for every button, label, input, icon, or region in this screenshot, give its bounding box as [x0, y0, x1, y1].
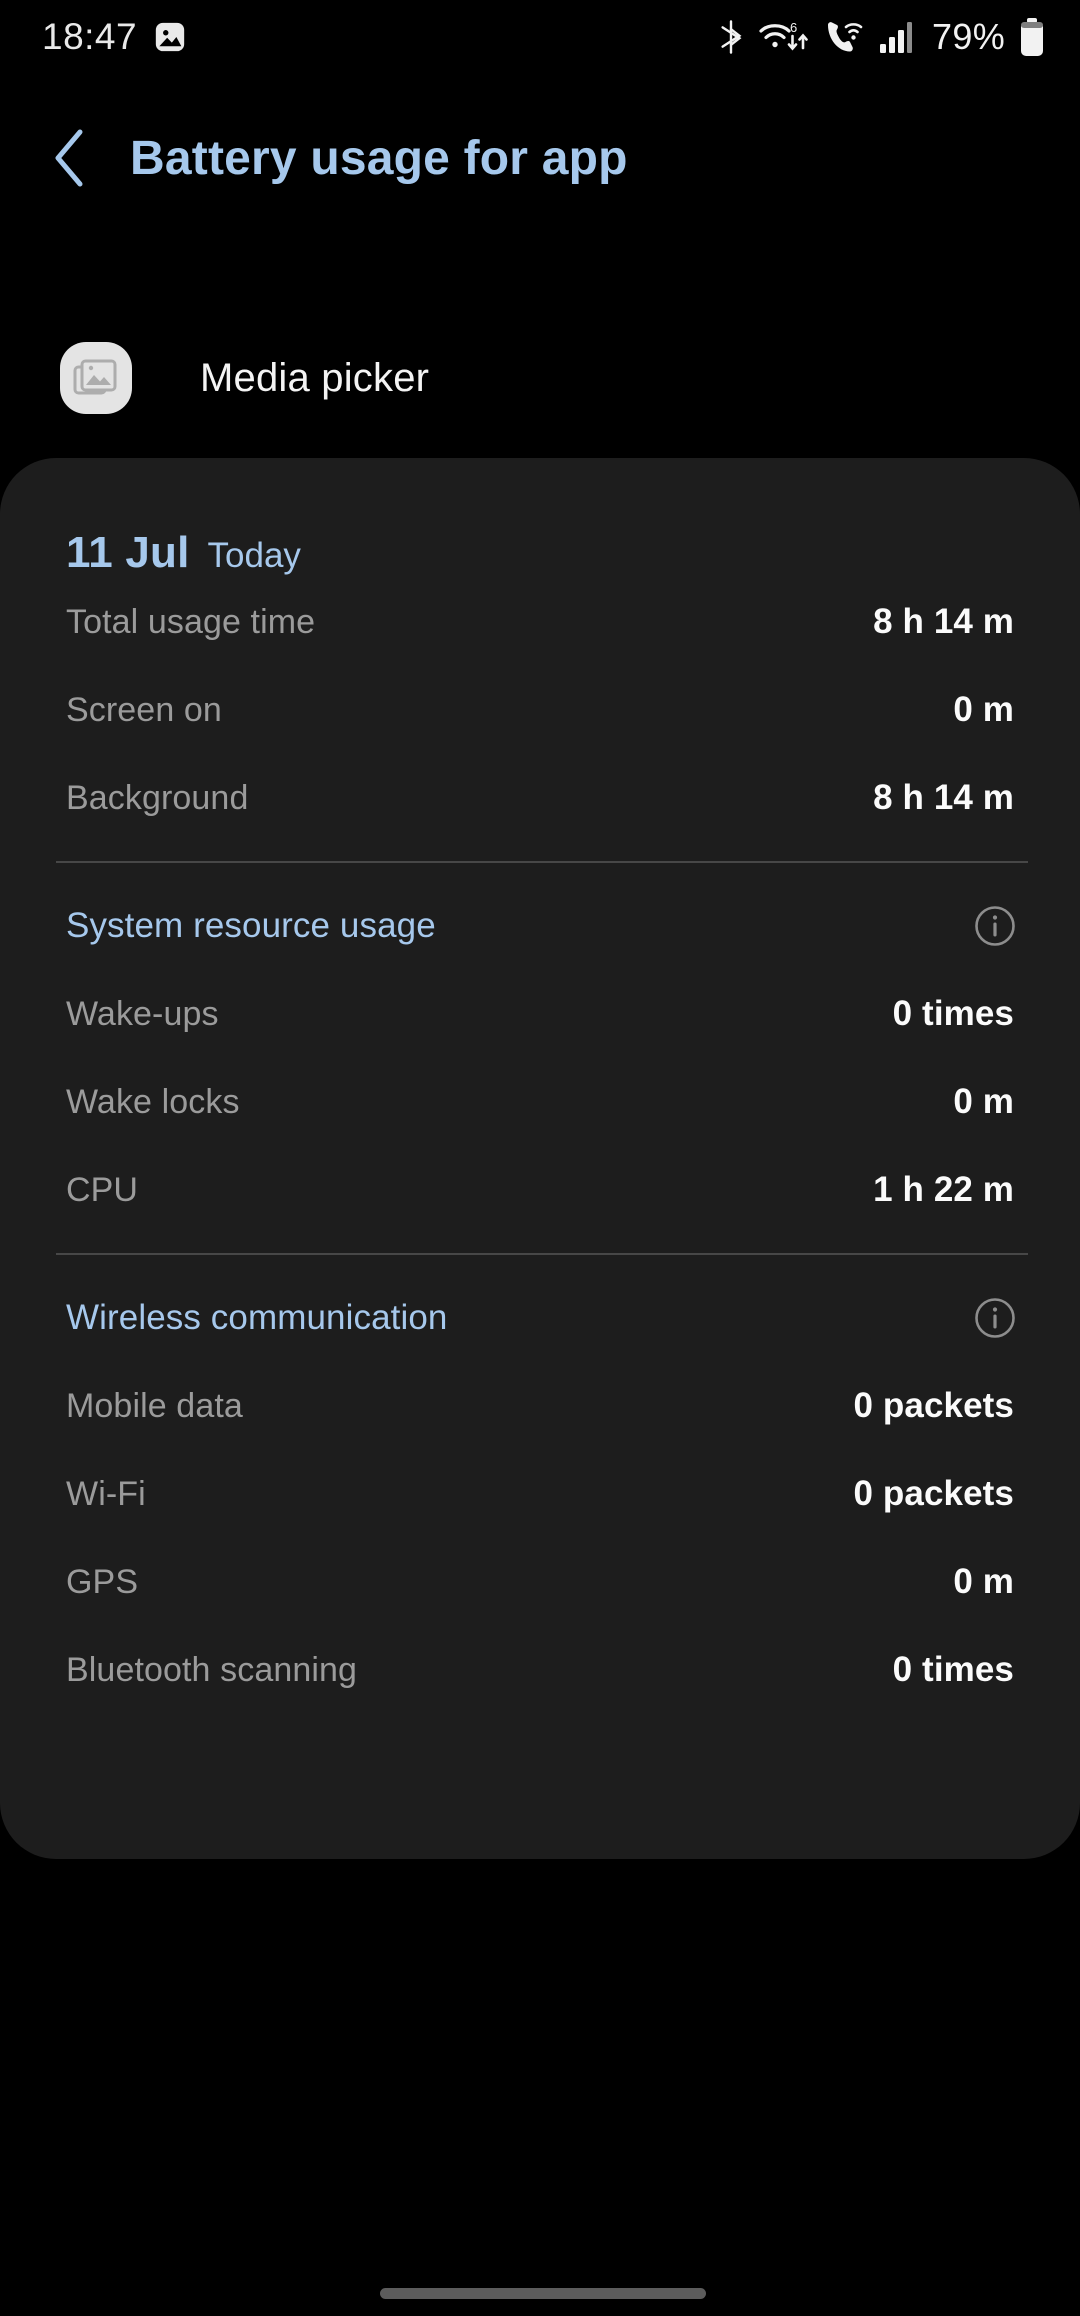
status-bar-right: 6 — [716, 16, 1046, 58]
row-label: Bluetooth scanning — [66, 1651, 357, 1690]
battery-detail-card: 11 Jul Today Total usage time 8 h 14 m S… — [0, 458, 1080, 1859]
row-label: Wake locks — [66, 1083, 240, 1122]
row-value: 1 h 22 m — [873, 1170, 1014, 1210]
app-bar: Battery usage for app — [0, 98, 1080, 218]
table-row: Background 8 h 14 m — [66, 754, 1014, 842]
page-title: Battery usage for app — [130, 131, 628, 186]
info-circle-icon[interactable] — [972, 1295, 1018, 1341]
usage-rows-group: Total usage time 8 h 14 m Screen on 0 m … — [0, 578, 1080, 842]
table-row: Wake-ups 0 times — [66, 970, 1014, 1058]
section-header-wireless-communication: Wireless communication — [0, 1274, 1080, 1362]
divider — [56, 861, 1028, 863]
table-row: Bluetooth scanning 0 times — [66, 1626, 1014, 1714]
info-circle-icon[interactable] — [972, 903, 1018, 949]
row-value: 0 packets — [854, 1386, 1014, 1426]
row-label: GPS — [66, 1563, 138, 1602]
table-row: Screen on 0 m — [66, 666, 1014, 754]
gallery-image-icon — [153, 20, 187, 54]
row-label: Total usage time — [66, 603, 315, 642]
date-value: 11 Jul — [66, 528, 190, 578]
row-label: Background — [66, 779, 248, 818]
status-clock: 18:47 — [42, 16, 137, 58]
cellular-signal-icon — [879, 19, 919, 55]
photo-library-icon — [60, 342, 132, 414]
table-row: Total usage time 8 h 14 m — [66, 578, 1014, 666]
system-resource-rows-group: Wake-ups 0 times Wake locks 0 m CPU 1 h … — [0, 970, 1080, 1234]
section-title: Wireless communication — [66, 1298, 447, 1338]
back-button[interactable] — [24, 110, 120, 206]
vowifi-call-icon — [824, 19, 866, 55]
app-identity-row: Media picker — [0, 330, 1080, 426]
row-label: Wake-ups — [66, 995, 219, 1034]
battery-icon — [1018, 17, 1046, 57]
home-gesture-pill[interactable] — [380, 2288, 706, 2299]
section-title: System resource usage — [66, 906, 436, 946]
navigation-bar — [0, 2240, 1080, 2316]
row-value: 0 times — [893, 994, 1014, 1034]
row-value: 8 h 14 m — [873, 778, 1014, 818]
table-row: Wi-Fi 0 packets — [66, 1450, 1014, 1538]
wireless-rows-group: Mobile data 0 packets Wi-Fi 0 packets GP… — [0, 1362, 1080, 1714]
date-header: 11 Jul Today — [0, 458, 1080, 578]
status-bar: 18:47 — [0, 0, 1080, 74]
status-bar-left: 18:47 — [42, 16, 187, 58]
date-relative-label: Today — [208, 536, 301, 576]
row-value: 0 m — [953, 690, 1014, 730]
app-name: Media picker — [200, 356, 429, 401]
divider — [56, 1253, 1028, 1255]
table-row: GPS 0 m — [66, 1538, 1014, 1626]
row-label: CPU — [66, 1171, 138, 1210]
row-label: Mobile data — [66, 1387, 243, 1426]
row-label: Screen on — [66, 691, 222, 730]
table-row: Wake locks 0 m — [66, 1058, 1014, 1146]
wifi-6-data-transfer-icon: 6 — [759, 18, 811, 56]
row-value: 8 h 14 m — [873, 602, 1014, 642]
row-value: 0 times — [893, 1650, 1014, 1690]
row-value: 0 packets — [854, 1474, 1014, 1514]
row-value: 0 m — [953, 1562, 1014, 1602]
row-value: 0 m — [953, 1082, 1014, 1122]
section-header-system-resource-usage: System resource usage — [0, 882, 1080, 970]
svg-text:6: 6 — [790, 20, 797, 35]
table-row: CPU 1 h 22 m — [66, 1146, 1014, 1234]
row-label: Wi-Fi — [66, 1475, 146, 1514]
bluetooth-icon — [716, 19, 746, 55]
phone-screen: 18:47 — [0, 0, 1080, 2316]
status-battery-percent: 79% — [932, 16, 1005, 58]
chevron-left-icon — [50, 126, 94, 190]
table-row: Mobile data 0 packets — [66, 1362, 1014, 1450]
